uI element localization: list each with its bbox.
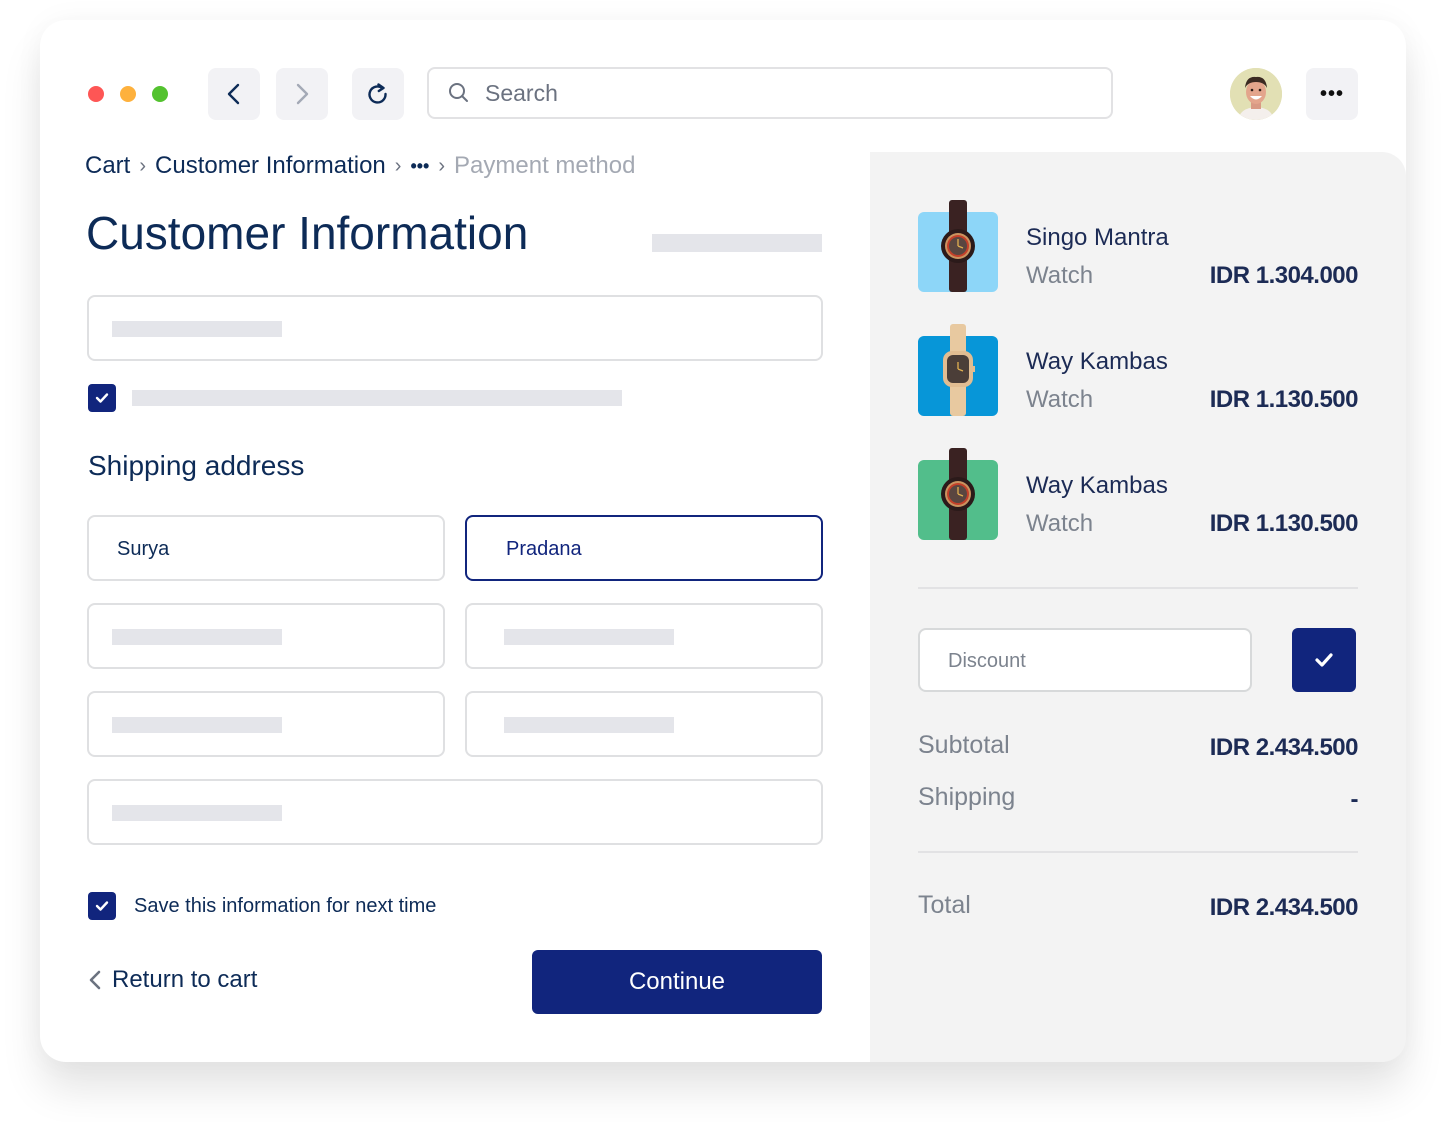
product-price: IDR 1.130.500	[1209, 510, 1359, 537]
subtotal-label: Subtotal	[918, 731, 1010, 759]
field-placeholder-bar	[112, 629, 282, 645]
contact-field[interactable]	[87, 295, 823, 361]
chevron-right-icon	[296, 83, 309, 105]
total-value: IDR 2.434.500	[1209, 894, 1359, 921]
last-name-input[interactable]	[504, 517, 792, 581]
page-title: Customer Information	[86, 207, 529, 259]
close-window-dot[interactable]	[88, 86, 104, 102]
product-price: IDR 1.130.500	[1209, 386, 1359, 413]
breadcrumb-payment-method[interactable]: Payment method	[454, 152, 635, 180]
discount-input[interactable]	[946, 630, 1230, 692]
field-placeholder-bar	[112, 717, 282, 733]
maple-wood-watch-image	[943, 324, 975, 416]
chevron-left-icon	[89, 970, 101, 990]
search-input[interactable]	[483, 78, 1087, 108]
address-field[interactable]	[87, 603, 445, 669]
first-name-input[interactable]	[115, 517, 403, 581]
total-label: Total	[918, 891, 971, 919]
apartment-field[interactable]	[465, 603, 823, 669]
subtotal-value: IDR 2.434.500	[1209, 734, 1359, 761]
back-button[interactable]	[208, 68, 260, 120]
dark-wood-watch-image	[941, 200, 975, 292]
breadcrumb-ellipsis[interactable]: •••	[410, 156, 429, 177]
product-price: IDR 1.304.000	[1209, 262, 1359, 289]
breadcrumb-separator: ›	[394, 154, 402, 177]
product-category: Watch	[1026, 262, 1094, 289]
title-placeholder-bar	[652, 234, 822, 252]
newsletter-label-placeholder	[132, 390, 622, 406]
user-avatar[interactable]	[1230, 68, 1282, 120]
search-bar[interactable]	[427, 67, 1113, 119]
summary-divider	[918, 851, 1358, 853]
postal-code-field[interactable]	[465, 691, 823, 757]
product-name: Singo Mantra	[1026, 224, 1169, 251]
more-icon: •••	[1319, 82, 1344, 105]
apply-discount-button[interactable]	[1292, 628, 1356, 692]
shipping-value: -	[1350, 786, 1359, 813]
reload-icon	[368, 83, 387, 104]
avatar-photo	[1230, 68, 1282, 120]
field-placeholder-bar	[112, 321, 282, 337]
shipping-label: Shipping	[918, 783, 1016, 811]
return-to-cart-link[interactable]: Return to cart	[88, 966, 257, 994]
dark-wood-watch-image	[941, 448, 975, 540]
last-name-field[interactable]	[465, 515, 823, 581]
first-name-field[interactable]	[87, 515, 445, 581]
save-info-label: Save this information for next time	[134, 895, 437, 917]
check-icon	[95, 393, 109, 403]
cart-item: Singo Mantra Watch IDR 1.304.000	[918, 200, 1359, 292]
field-placeholder-bar	[112, 805, 282, 821]
search-icon	[449, 83, 468, 102]
check-icon	[1315, 653, 1333, 667]
cart-item: Way Kambas Watch IDR 1.130.500	[918, 448, 1359, 540]
breadcrumb-separator: ›	[438, 154, 446, 177]
newsletter-checkbox[interactable]	[88, 384, 116, 412]
forward-button[interactable]	[276, 68, 328, 120]
chevron-left-icon	[227, 83, 240, 105]
cart-item: Way Kambas Watch IDR 1.130.500	[918, 324, 1359, 416]
discount-field[interactable]	[918, 628, 1252, 692]
reload-button[interactable]	[352, 68, 404, 120]
save-info-checkbox[interactable]	[88, 892, 116, 920]
check-icon	[95, 901, 109, 911]
field-placeholder-bar	[504, 629, 674, 645]
breadcrumb-cart[interactable]: Cart	[85, 152, 130, 180]
breadcrumb-customer-information[interactable]: Customer Information	[155, 152, 386, 180]
continue-button[interactable]: Continue	[532, 950, 822, 1014]
summary-divider	[918, 587, 1358, 589]
product-category: Watch	[1026, 386, 1094, 413]
shipping-address-title: Shipping address	[88, 450, 305, 481]
minimize-window-dot[interactable]	[120, 86, 136, 102]
field-placeholder-bar	[504, 717, 674, 733]
breadcrumb: Cart › Customer Information › ••• › Paym…	[85, 152, 635, 180]
maximize-window-dot[interactable]	[152, 86, 168, 102]
more-options-button[interactable]: •••	[1306, 68, 1358, 120]
product-name: Way Kambas	[1026, 472, 1168, 499]
breadcrumb-separator: ›	[139, 154, 147, 177]
product-name: Way Kambas	[1026, 348, 1168, 375]
city-field[interactable]	[87, 691, 445, 757]
return-to-cart-label: Return to cart	[112, 966, 258, 993]
product-category: Watch	[1026, 510, 1094, 537]
phone-field[interactable]	[87, 779, 823, 845]
